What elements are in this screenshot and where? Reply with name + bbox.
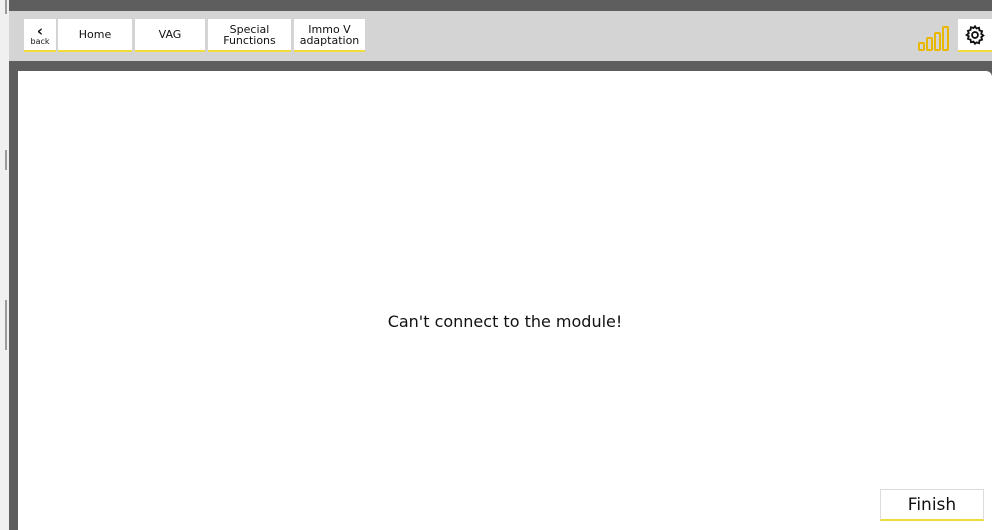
- edge-tick: [5, 150, 7, 170]
- settings-button[interactable]: [958, 19, 992, 52]
- back-label: back: [30, 37, 50, 46]
- left-edge-strip: [0, 0, 9, 530]
- breadcrumb-special-functions-button[interactable]: Special Functions: [208, 19, 291, 52]
- error-message: Can't connect to the module!: [387, 312, 623, 331]
- back-button[interactable]: ‹ back: [24, 19, 56, 52]
- breadcrumb-home-label: Home: [78, 28, 112, 41]
- breadcrumb-immo-adaptation-button[interactable]: Immo V adaptation: [294, 19, 365, 52]
- breadcrumb-special-functions-label: Special Functions: [223, 22, 276, 47]
- chevron-left-icon: ‹: [36, 22, 44, 40]
- edge-tick: [5, 0, 7, 14]
- finish-button[interactable]: Finish: [880, 489, 984, 521]
- edge-tick: [5, 300, 7, 350]
- breadcrumb-immo-adaptation-label: Immo V adaptation: [299, 22, 360, 47]
- breadcrumb-vag-label: VAG: [158, 28, 182, 41]
- breadcrumb-home-button[interactable]: Home: [58, 19, 132, 52]
- signal-strength-icon: [918, 26, 949, 51]
- gear-icon: [965, 24, 985, 45]
- app-frame: ‹ back Home VAG Special Functions Immo V…: [0, 0, 992, 530]
- breadcrumb-vag-button[interactable]: VAG: [135, 19, 205, 52]
- main-content-panel: Can't connect to the module! Finish: [18, 71, 992, 530]
- top-toolbar: ‹ back Home VAG Special Functions Immo V…: [9, 11, 992, 61]
